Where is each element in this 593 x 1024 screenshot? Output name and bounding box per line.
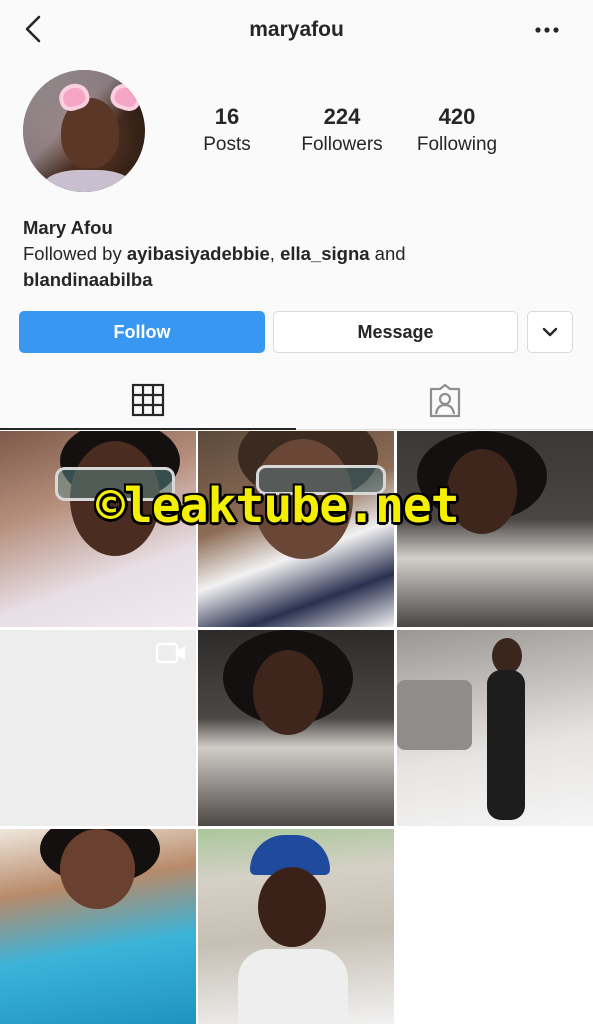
tagged-person-icon (429, 383, 460, 417)
followers-label: Followers (301, 134, 383, 155)
profile-tabs (0, 372, 593, 430)
suggested-dropdown-button[interactable] (527, 311, 573, 353)
stat-posts[interactable]: 16 Posts (172, 104, 282, 156)
post-thumbnail[interactable] (198, 829, 394, 1024)
stat-following[interactable]: 420 Following (402, 104, 512, 156)
grid-icon (131, 383, 165, 417)
tab-tagged[interactable] (296, 372, 593, 430)
watermark: ©leaktube.net (96, 478, 460, 534)
post-thumbnail[interactable] (397, 630, 593, 826)
video-icon (156, 642, 185, 664)
message-button[interactable]: Message (273, 311, 518, 353)
conjunction: and (369, 243, 406, 264)
follow-button[interactable]: Follow (19, 311, 265, 353)
post-thumbnail[interactable] (198, 630, 394, 826)
profile-stats: 16 Posts 224 Followers 420 Following (0, 104, 593, 164)
followed-by-prefix: Followed by (23, 243, 127, 264)
stat-followers[interactable]: 224 Followers (287, 104, 397, 156)
following-label: Following (416, 134, 498, 155)
posts-label: Posts (203, 134, 251, 155)
followed-by[interactable]: Followed by ayibasiyadebbie, ella_signa … (23, 241, 573, 293)
separator: , (269, 243, 281, 264)
mutual-follower-link[interactable]: blandinaabilba (23, 269, 153, 290)
chevron-down-icon (542, 327, 558, 337)
more-horizontal-icon[interactable] (535, 27, 559, 33)
following-count: 420 (438, 104, 476, 129)
mutual-follower-link[interactable]: ayibasiyadebbie (127, 243, 270, 264)
followers-count: 224 (323, 104, 361, 129)
post-thumbnail-video[interactable] (0, 630, 196, 826)
mutual-follower-link[interactable]: ella_signa (280, 243, 369, 264)
top-bar: maryafou (0, 0, 593, 60)
post-thumbnail[interactable] (0, 829, 196, 1024)
tab-grid[interactable] (0, 372, 296, 430)
profile-bio: Mary Afou Followed by ayibasiyadebbie, e… (23, 215, 573, 293)
posts-count: 16 (214, 104, 240, 129)
display-name: Mary Afou (23, 217, 113, 238)
profile-username: maryafou (249, 18, 344, 41)
